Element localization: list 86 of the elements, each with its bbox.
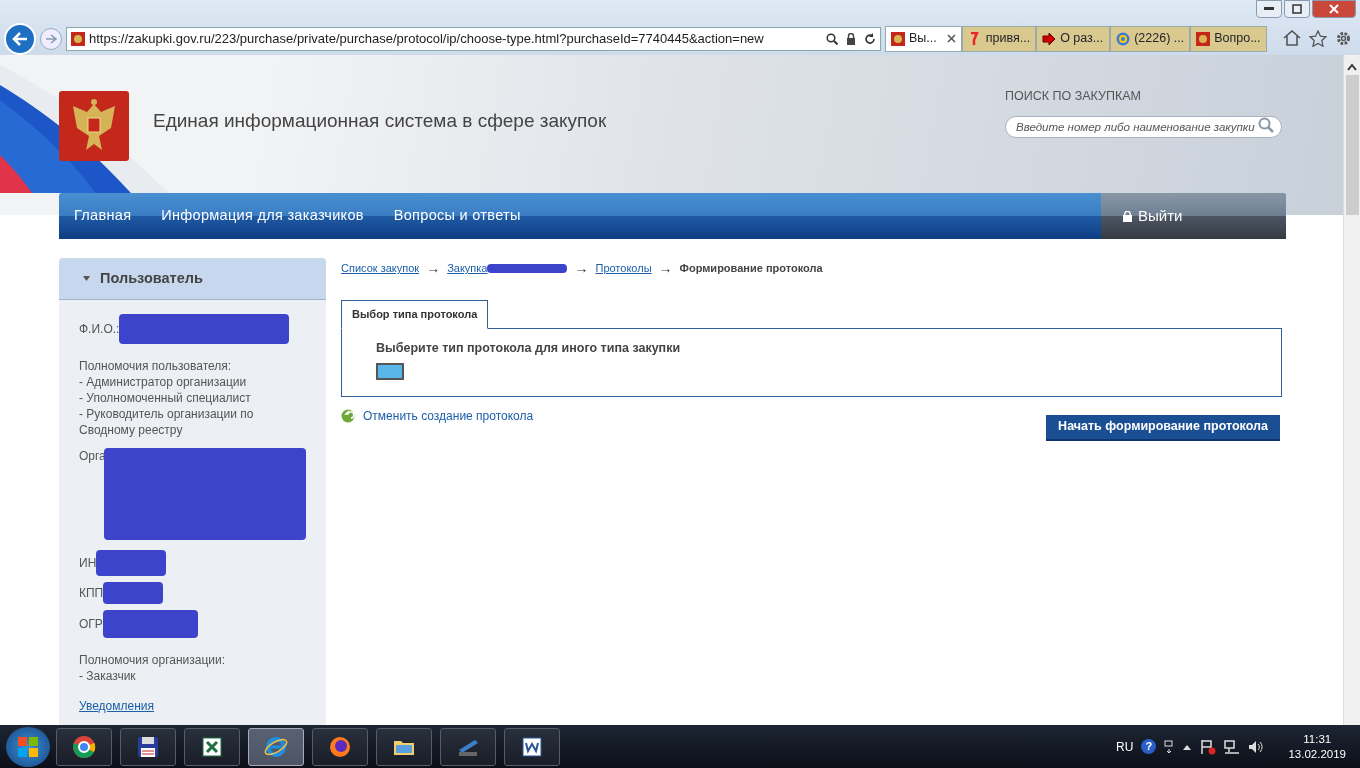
permission-text: Полномочия пользователя: [79, 358, 233, 374]
language-indicator[interactable]: RU [1116, 737, 1134, 756]
breadcrumb-link[interactable]: Протоколы [595, 260, 652, 277]
emblem-icon [891, 31, 905, 46]
lock-icon [1123, 210, 1132, 222]
clock-time[interactable]: 11:31 [1288, 731, 1346, 747]
star-icon[interactable] [1309, 30, 1327, 47]
caret-icon [83, 276, 90, 281]
minimize-icon [1264, 7, 1274, 11]
speaker-icon[interactable] [1248, 739, 1265, 754]
scrollbar[interactable] [1343, 55, 1360, 725]
taskbar-app[interactable] [56, 727, 112, 766]
emblem-icon [1196, 31, 1211, 46]
close-icon [1329, 4, 1339, 14]
field-label: Ф.И.О.: [79, 321, 120, 337]
taskbar-app[interactable] [504, 727, 560, 766]
start-button[interactable]: Начать формирование протокола [1046, 414, 1280, 441]
logout-button[interactable]: Выйти [1101, 193, 1286, 239]
coat-of-arms-logo[interactable] [59, 91, 129, 161]
network-icon[interactable] [1224, 739, 1241, 754]
breadcrumb-arrow: → [658, 259, 673, 278]
lock-icon [846, 32, 856, 45]
restore-icon [1292, 4, 1302, 14]
notifications-link[interactable]: Уведомления [79, 698, 155, 714]
search-label: ПОИСК ПО ЗАКУПКАМ [1005, 88, 1142, 105]
breadcrumb-link[interactable]: Закупка [447, 260, 568, 277]
restore-button[interactable] [1284, 0, 1310, 18]
protocol-type-option[interactable] [376, 363, 404, 381]
browser-tab[interactable]: Вы... [885, 25, 962, 52]
field-label: КПП [79, 585, 104, 601]
redaction-mark [96, 550, 167, 576]
emblem-icon [71, 31, 85, 46]
permission-text: - Уполномоченный специалист [79, 390, 252, 406]
close-button[interactable] [1312, 0, 1356, 18]
breadcrumb-arrow: → [426, 259, 441, 278]
settings-icon[interactable] [1335, 30, 1352, 47]
panel-header[interactable]: Пользователь [59, 258, 326, 300]
breadcrumb-current: Формирование протокола [679, 261, 823, 277]
site-title: Единая информационная система в сфере закупок [153, 109, 607, 133]
spreadsheet-icon [200, 734, 224, 759]
browser-e-icon [264, 734, 288, 759]
arrow-icon [1042, 31, 1057, 46]
permission-text: - Заказчик [79, 668, 137, 684]
browser-tab[interactable]: О раз... [1036, 25, 1111, 52]
permission-text: Полномочия организации: [79, 652, 227, 668]
field-label: ИН [79, 555, 97, 571]
help-icon[interactable]: ? [1141, 739, 1157, 754]
tab[interactable]: Выбор типа протокола [341, 300, 489, 329]
search-icon[interactable] [826, 32, 838, 45]
clock-date[interactable]: 13.02.2019 [1288, 746, 1346, 762]
address-bar[interactable]: https://zakupki.gov.ru/223/purchase/private/purchase/protocol/ip/choose-type.html?purchaseId=7740445&action=new [66, 26, 881, 51]
refresh-icon[interactable] [864, 32, 876, 45]
taskbar-app[interactable] [184, 727, 240, 766]
minimize-button[interactable] [1256, 0, 1282, 18]
search-field[interactable]: Введите номер либо наименование закупки [1005, 115, 1282, 138]
scroll-up-icon[interactable] [1347, 63, 1357, 71]
taskbar-app[interactable] [312, 727, 368, 766]
forward-icon [45, 33, 57, 44]
back-icon [12, 31, 28, 46]
nav-link[interactable]: Вопросы и ответы [378, 205, 536, 227]
browser-tab[interactable]: (2226) ... [1110, 25, 1191, 52]
nav-link[interactable]: Информация для заказчиков [146, 205, 379, 227]
start-button[interactable] [6, 726, 50, 767]
close-icon[interactable] [946, 34, 956, 43]
breadcrumb-link[interactable]: Список закупок [341, 260, 420, 277]
taskbar-app[interactable] [376, 727, 432, 766]
nav-link[interactable]: Главная [59, 205, 147, 227]
breadcrumb-arrow: → [574, 259, 589, 278]
keyboard-icon[interactable] [1164, 739, 1175, 754]
taskbar-app[interactable] [248, 727, 304, 766]
flag-icon[interactable] [1200, 738, 1217, 755]
field-label: ОГР [79, 616, 103, 632]
taskbar-app[interactable] [120, 727, 176, 766]
document-icon [520, 734, 544, 759]
cancel-link[interactable]: Отменить создание протокола [341, 407, 534, 424]
scrollbar-thumb[interactable] [1345, 75, 1359, 215]
browser-tab[interactable]: привя... [961, 25, 1037, 52]
back-button[interactable] [4, 22, 36, 55]
panel-heading: Выберите тип протокола для иного типа закупки [376, 339, 682, 357]
redaction-mark [103, 582, 164, 604]
browser-tab[interactable]: Вопро... [1190, 25, 1267, 52]
permission-text: - Руководитель организации по Сводному реестру [79, 406, 255, 438]
permission-text: - Администратор организации [79, 374, 248, 390]
home-icon[interactable] [1283, 30, 1301, 46]
panel-title: Пользователь [100, 268, 203, 288]
at-sign-icon [1116, 31, 1131, 46]
